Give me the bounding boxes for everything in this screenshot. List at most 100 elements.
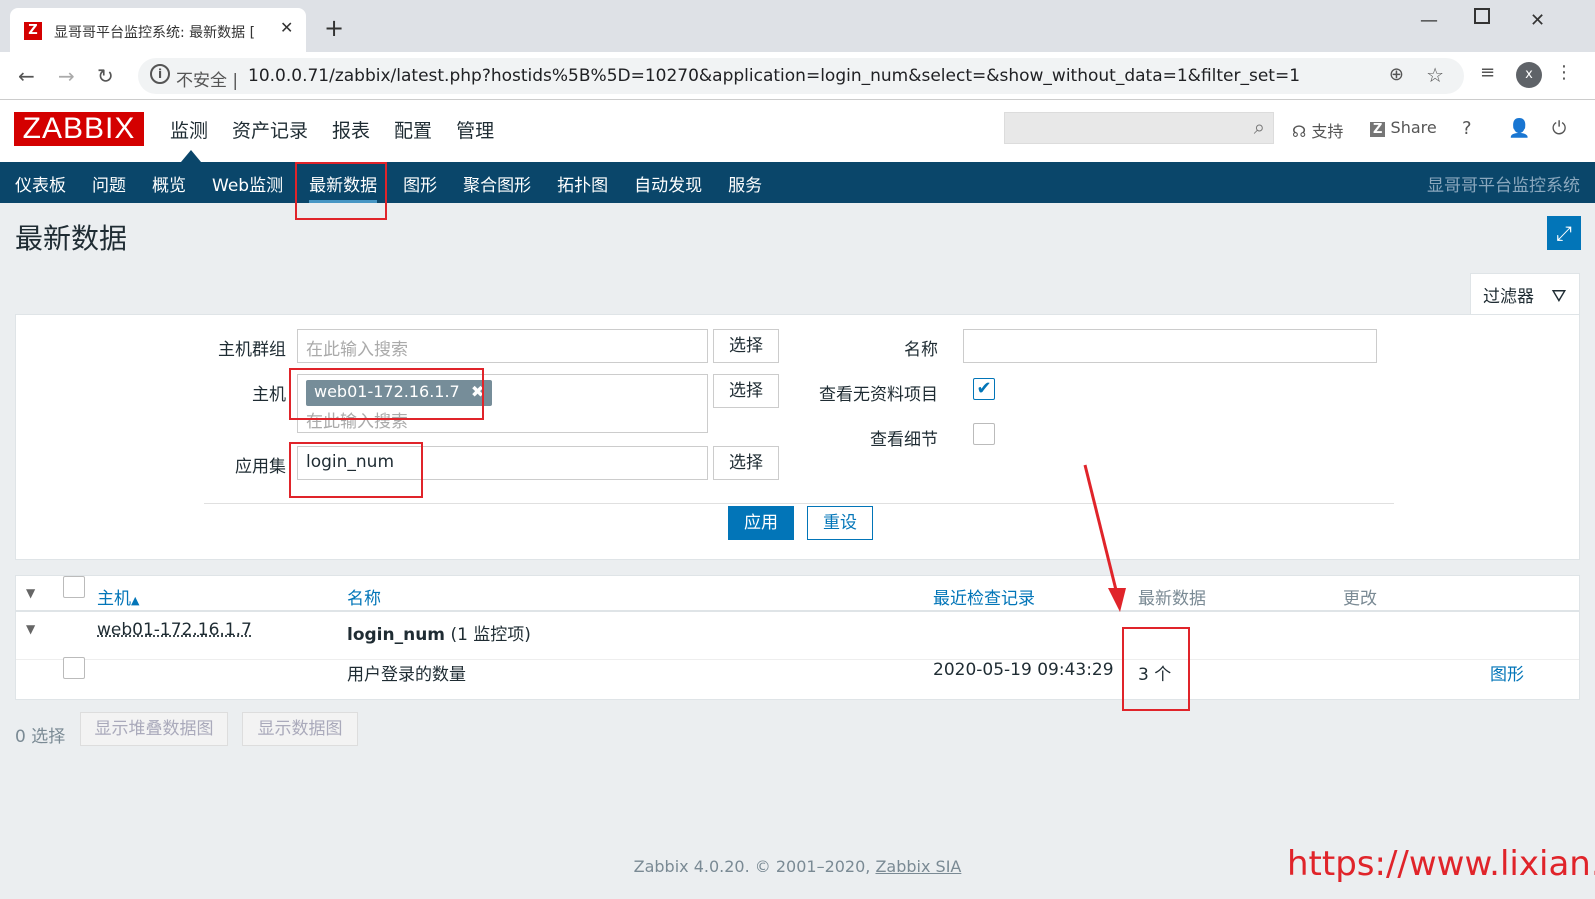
zoom-icon[interactable]: ⊕ (1389, 64, 1404, 85)
subnav-web[interactable]: Web监测 (212, 171, 283, 203)
filter-tab-label: 过滤器 (1483, 287, 1534, 307)
browser-tab-title: 显哥哥平台监控系统: 最新数据 [ (54, 25, 256, 41)
annotation-box-value (1122, 627, 1190, 711)
annotation-box-subnav (295, 162, 387, 220)
main-menu-reports[interactable]: 报表 (332, 116, 370, 143)
subnav-problems[interactable]: 问题 (92, 171, 126, 203)
footer-text: Zabbix 4.0.20. © 2001–2020, (633, 857, 871, 876)
url-text[interactable]: 10.0.0.71/zabbix/latest.php?hostids%5B%5… (248, 66, 1300, 86)
main-menu-administration[interactable]: 管理 (456, 116, 494, 143)
new-tab-icon[interactable]: + (324, 14, 344, 42)
annotation-arrow (1083, 464, 1126, 612)
main-menu-configuration[interactable]: 配置 (394, 116, 432, 143)
browser-tab[interactable]: Z 显哥哥平台监控系统: 最新数据 [ ✕ (10, 8, 306, 52)
forward-icon[interactable]: → (58, 64, 75, 88)
subnav-services[interactable]: 服务 (728, 171, 762, 203)
row-checkbox[interactable] (63, 657, 85, 679)
show-details-checkbox[interactable] (973, 423, 995, 445)
host-select-button[interactable]: 选择 (713, 374, 779, 408)
help-icon[interactable]: ? (1462, 118, 1472, 139)
subnav-overview[interactable]: 概览 (152, 171, 186, 203)
server-name: 显哥哥平台监控系统 (1427, 176, 1580, 196)
filter-tab[interactable]: 过滤器 ⛛ (1470, 273, 1580, 315)
close-window-icon[interactable]: ✕ (1530, 10, 1545, 31)
application-select-button[interactable]: 选择 (713, 446, 779, 480)
browser-address-bar: ← → ↻ i 不安全 | 10.0.0.71/zabbix/latest.ph… (0, 52, 1595, 100)
host-group-input[interactable]: 在此输入搜索 (297, 329, 708, 363)
headset-icon: ☊ (1292, 122, 1307, 141)
share-z-icon: Z (1370, 122, 1386, 137)
zabbix-favicon-icon: Z (24, 22, 42, 40)
latest-data-table: ▼ 主机▲ 名称 最近检查记录 最新数据 更改 ▼ web01-172.16.1… (15, 575, 1580, 700)
subnav-dashboard[interactable]: 仪表板 (15, 171, 66, 203)
share-label: Share (1390, 118, 1437, 137)
browser-tab-bar: Z 显哥哥平台监控系统: 最新数据 [ ✕ + — ✕ (0, 0, 1595, 52)
search-icon[interactable]: ⌕ (1254, 115, 1265, 139)
user-profile-icon[interactable]: 👤 (1508, 118, 1530, 139)
group-app-count: (1 监控项) (450, 625, 531, 645)
maximize-icon[interactable] (1474, 8, 1490, 24)
apply-button[interactable]: 应用 (728, 506, 794, 540)
support-link[interactable]: ☊ 支持 (1292, 118, 1343, 142)
show-details-label: 查看细节 (870, 430, 938, 450)
host-label: 主机 (252, 385, 286, 405)
zabbix-header: ZABBIX 监测 资产记录 报表 配置 管理 ⌕ ☊ 支持 Z Share ?… (0, 100, 1595, 162)
subnav-screens[interactable]: 聚合图形 (463, 171, 531, 203)
collapse-group-icon[interactable]: ▼ (26, 622, 35, 636)
monitoring-subnav: 仪表板 问题 概览 Web监测 最新数据 图形 聚合图形 拓扑图 自动发现 服务… (0, 162, 1595, 203)
column-host[interactable]: 主机▲ (97, 584, 139, 609)
global-search-input[interactable]: ⌕ (1004, 112, 1274, 144)
application-label: 应用集 (235, 457, 286, 477)
omnibox[interactable]: i 不安全 | 10.0.0.71/zabbix/latest.php?host… (138, 58, 1464, 94)
host-group-label: 主机群组 (218, 340, 286, 360)
browser-menu-icon[interactable]: ⋮ (1555, 62, 1573, 83)
subnav-graphs[interactable]: 图形 (403, 171, 437, 203)
column-change: 更改 (1343, 589, 1377, 609)
sort-asc-icon: ▲ (131, 594, 140, 607)
collapse-all-icon[interactable]: ▼ (26, 586, 35, 600)
select-all-checkbox[interactable] (63, 576, 85, 598)
name-input[interactable] (963, 329, 1377, 363)
show-stacked-graph-button[interactable]: 显示堆叠数据图 (80, 712, 228, 746)
fullscreen-button[interactable]: ⤢ (1547, 216, 1581, 250)
host-group-select-button[interactable]: 选择 (713, 329, 779, 363)
reset-button[interactable]: 重设 (807, 506, 873, 540)
show-graph-button[interactable]: 显示数据图 (242, 712, 358, 746)
minimize-icon[interactable]: — (1420, 10, 1438, 31)
annotation-box-host (289, 368, 484, 420)
show-without-data-checkbox[interactable]: ✔ (973, 378, 995, 400)
filter-separator (204, 503, 1394, 504)
subnav-maps[interactable]: 拓扑图 (557, 171, 608, 203)
main-menu-monitoring[interactable]: 监测 (170, 116, 208, 143)
filter-funnel-icon: ⛛ (1551, 286, 1567, 307)
group-host-link[interactable]: web01-172.16.1.7 (97, 620, 252, 640)
group-application: login_num (1 监控项) (347, 620, 531, 645)
column-name[interactable]: 名称 (347, 584, 381, 609)
reload-icon[interactable]: ↻ (97, 64, 114, 88)
insecure-label: 不安全 | (176, 71, 239, 91)
subnav-discovery[interactable]: 自动发现 (634, 171, 702, 203)
selected-count: 0 选择 (15, 727, 66, 747)
profile-avatar[interactable]: x (1516, 62, 1542, 88)
page-title: 最新数据 (15, 222, 128, 255)
fullscreen-icon: ⤢ (1556, 221, 1572, 245)
media-list-icon[interactable]: ≡ (1480, 62, 1495, 83)
column-last-value: 最新数据 (1138, 589, 1206, 609)
logout-icon[interactable]: ⏻ (1552, 118, 1566, 139)
item-graph-link[interactable]: 图形 (1490, 660, 1524, 685)
main-menu-inventory[interactable]: 资产记录 (232, 116, 308, 143)
bookmark-star-icon[interactable]: ☆ (1426, 63, 1444, 87)
column-last-check[interactable]: 最近检查记录 (933, 584, 1035, 609)
back-icon[interactable]: ← (18, 64, 35, 88)
zabbix-logo[interactable]: ZABBIX (14, 112, 144, 146)
name-label: 名称 (904, 340, 938, 360)
item-name: 用户登录的数量 (347, 665, 466, 685)
info-icon[interactable]: i (150, 64, 170, 84)
filter-form: 主机群组 在此输入搜索 选择 主机 web01-172.16.1.7 ✖ 在此输… (15, 314, 1580, 560)
close-tab-icon[interactable]: ✕ (280, 18, 293, 37)
footer-link[interactable]: Zabbix SIA (875, 857, 961, 876)
active-menu-caret (181, 150, 201, 162)
show-without-data-label: 查看无资料项目 (819, 385, 938, 405)
group-app-name: login_num (347, 625, 446, 645)
share-link[interactable]: Z Share (1370, 118, 1437, 137)
